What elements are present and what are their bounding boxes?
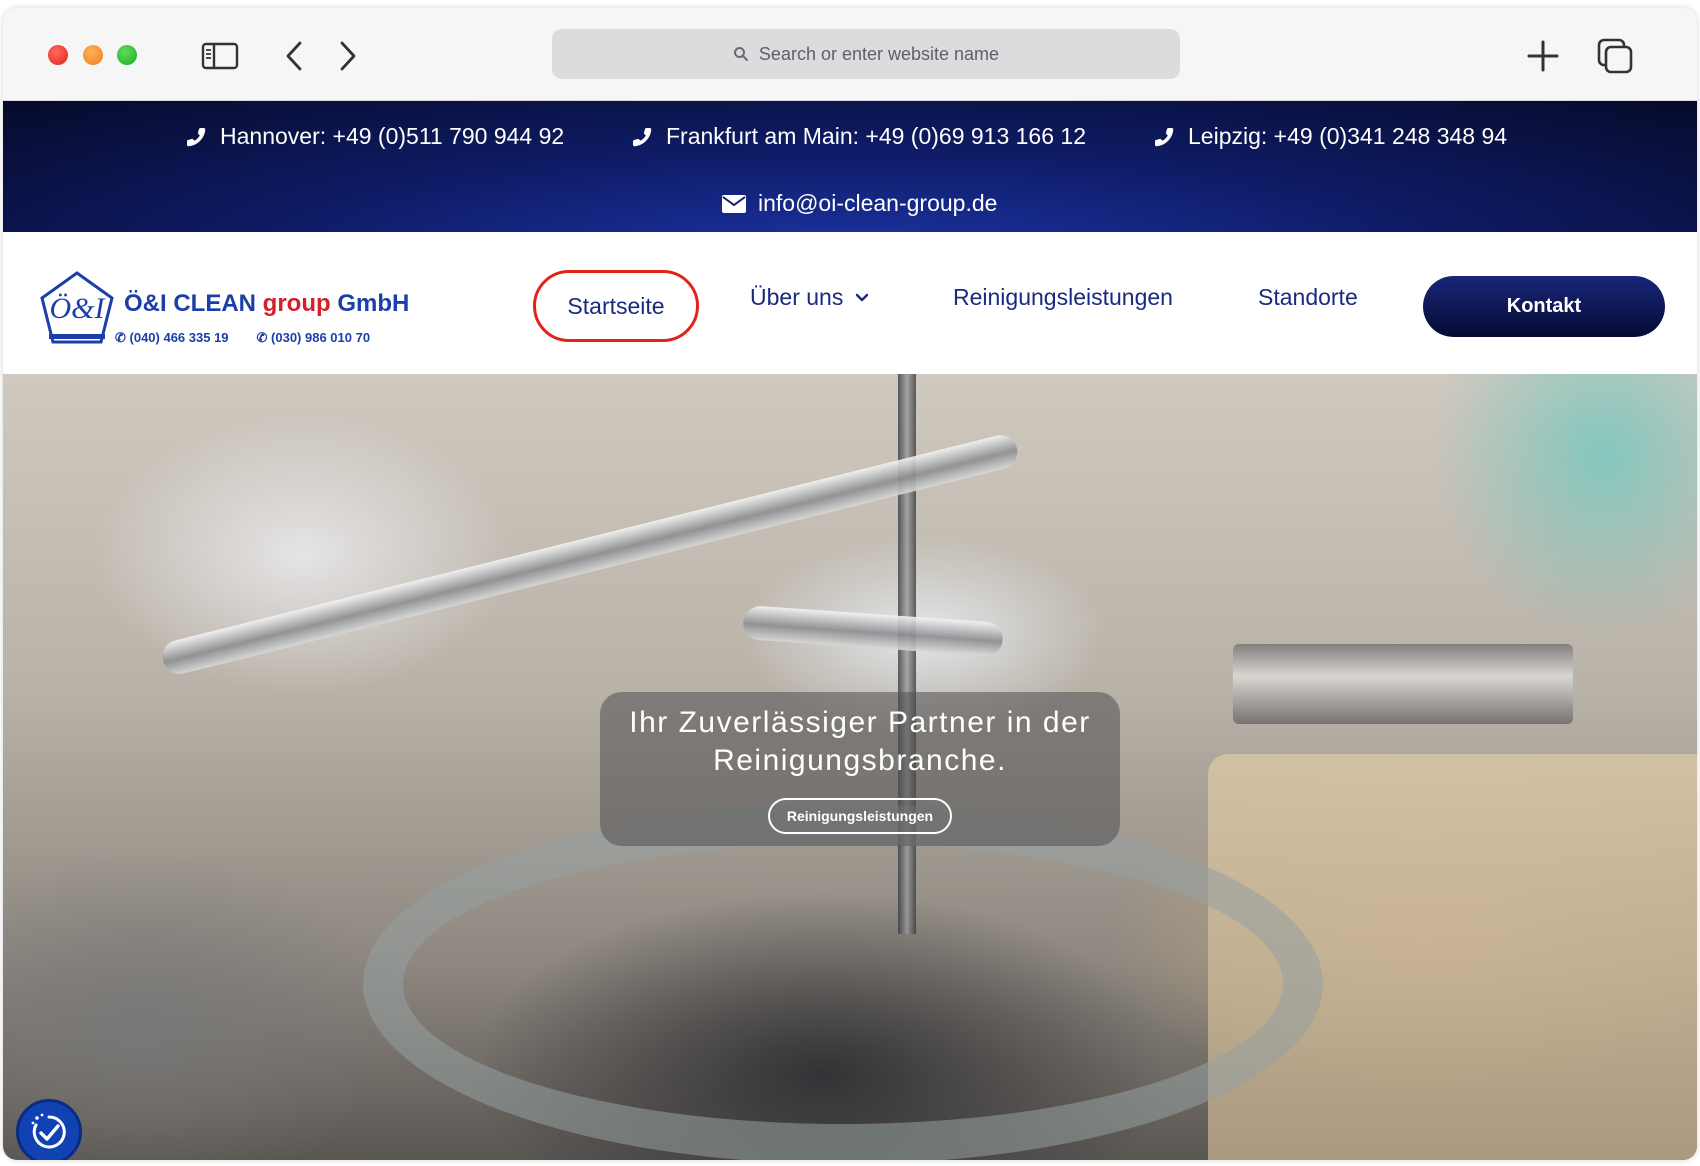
hero-section: Ihr Zuverlässiger Partner in der Reinigu… [3,374,1697,1160]
hero-card: Ihr Zuverlässiger Partner in der Reinigu… [600,692,1120,846]
search-icon [733,47,748,61]
address-bar[interactable]: Search or enter website name [552,29,1180,79]
nav-item-startseite[interactable]: Startseite [533,270,699,342]
phone-text: Leipzig: +49 (0)341 248 348 94 [1188,123,1508,149]
back-icon[interactable] [279,38,309,74]
address-placeholder: Search or enter website name [758,43,1000,64]
hero-services-button[interactable]: Reinigungsleistungen [768,798,952,834]
zoom-window-button[interactable] [117,45,137,65]
company-logo[interactable]: Ö&I Ö&I CLEAN group GmbH ✆ (040) 466 335… [39,270,409,350]
email-link[interactable]: info@oi-clean-group.de [722,190,997,217]
nav-item-reinigungsleistungen[interactable]: Reinigungsleistungen [953,284,1173,311]
browser-window: Search or enter website name Hannover: +… [3,8,1697,1160]
phone-icon [1154,127,1174,146]
hero-background-faucet-handle [742,604,1004,658]
phone-link-leipzig[interactable]: Leipzig: +49 (0)341 248 348 94 [1152,123,1507,150]
main-navigation: Ö&I Ö&I CLEAN group GmbH ✆ (040) 466 335… [3,232,1697,374]
phone-icon [186,127,206,146]
minimize-window-button[interactable] [83,45,103,65]
browser-toolbar: Search or enter website name [3,8,1697,101]
phone-link-hannover[interactable]: Hannover: +49 (0)511 790 944 92 [184,123,564,150]
new-tab-icon[interactable] [1523,38,1563,74]
email-text: info@oi-clean-group.de [758,190,998,216]
accessibility-button[interactable] [16,1099,82,1160]
nav-item-standorte[interactable]: Standorte [1258,284,1358,311]
phone-link-frankfurt[interactable]: Frankfurt am Main: +49 (0)69 913 166 12 [630,123,1086,150]
phone-text: Hannover: +49 (0)511 790 944 92 [220,123,565,149]
company-name: Ö&I CLEAN group GmbH [124,290,410,317]
svg-text:Ö&I: Ö&I [50,292,107,325]
contact-button[interactable]: Kontakt [1423,276,1665,337]
hero-background-sink [363,804,1323,1160]
logo-emblem: Ö&I [40,271,114,344]
phone-text: Frankfurt am Main: +49 (0)69 913 166 12 [666,123,1086,149]
sidebar-toggle-icon[interactable] [201,38,239,74]
phone-icon [632,127,652,146]
accessibility-icon [31,1113,66,1149]
contact-bar: Hannover: +49 (0)511 790 944 92 Frankfur… [3,101,1697,232]
close-window-button[interactable] [48,45,68,65]
forward-icon[interactable] [333,38,363,74]
logo-phone-numbers: ✆ (040) 466 335 19 ✆ (030) 986 010 70 [115,330,371,345]
nav-item-ueber-uns[interactable]: Über uns [750,284,869,311]
hero-title: Ihr Zuverlässiger Partner in der Reinigu… [629,706,1091,777]
hero-background-tissue-box [1233,644,1573,724]
chevron-down-icon [856,293,869,301]
envelope-icon [722,194,746,213]
tab-overview-icon[interactable] [1595,38,1635,74]
